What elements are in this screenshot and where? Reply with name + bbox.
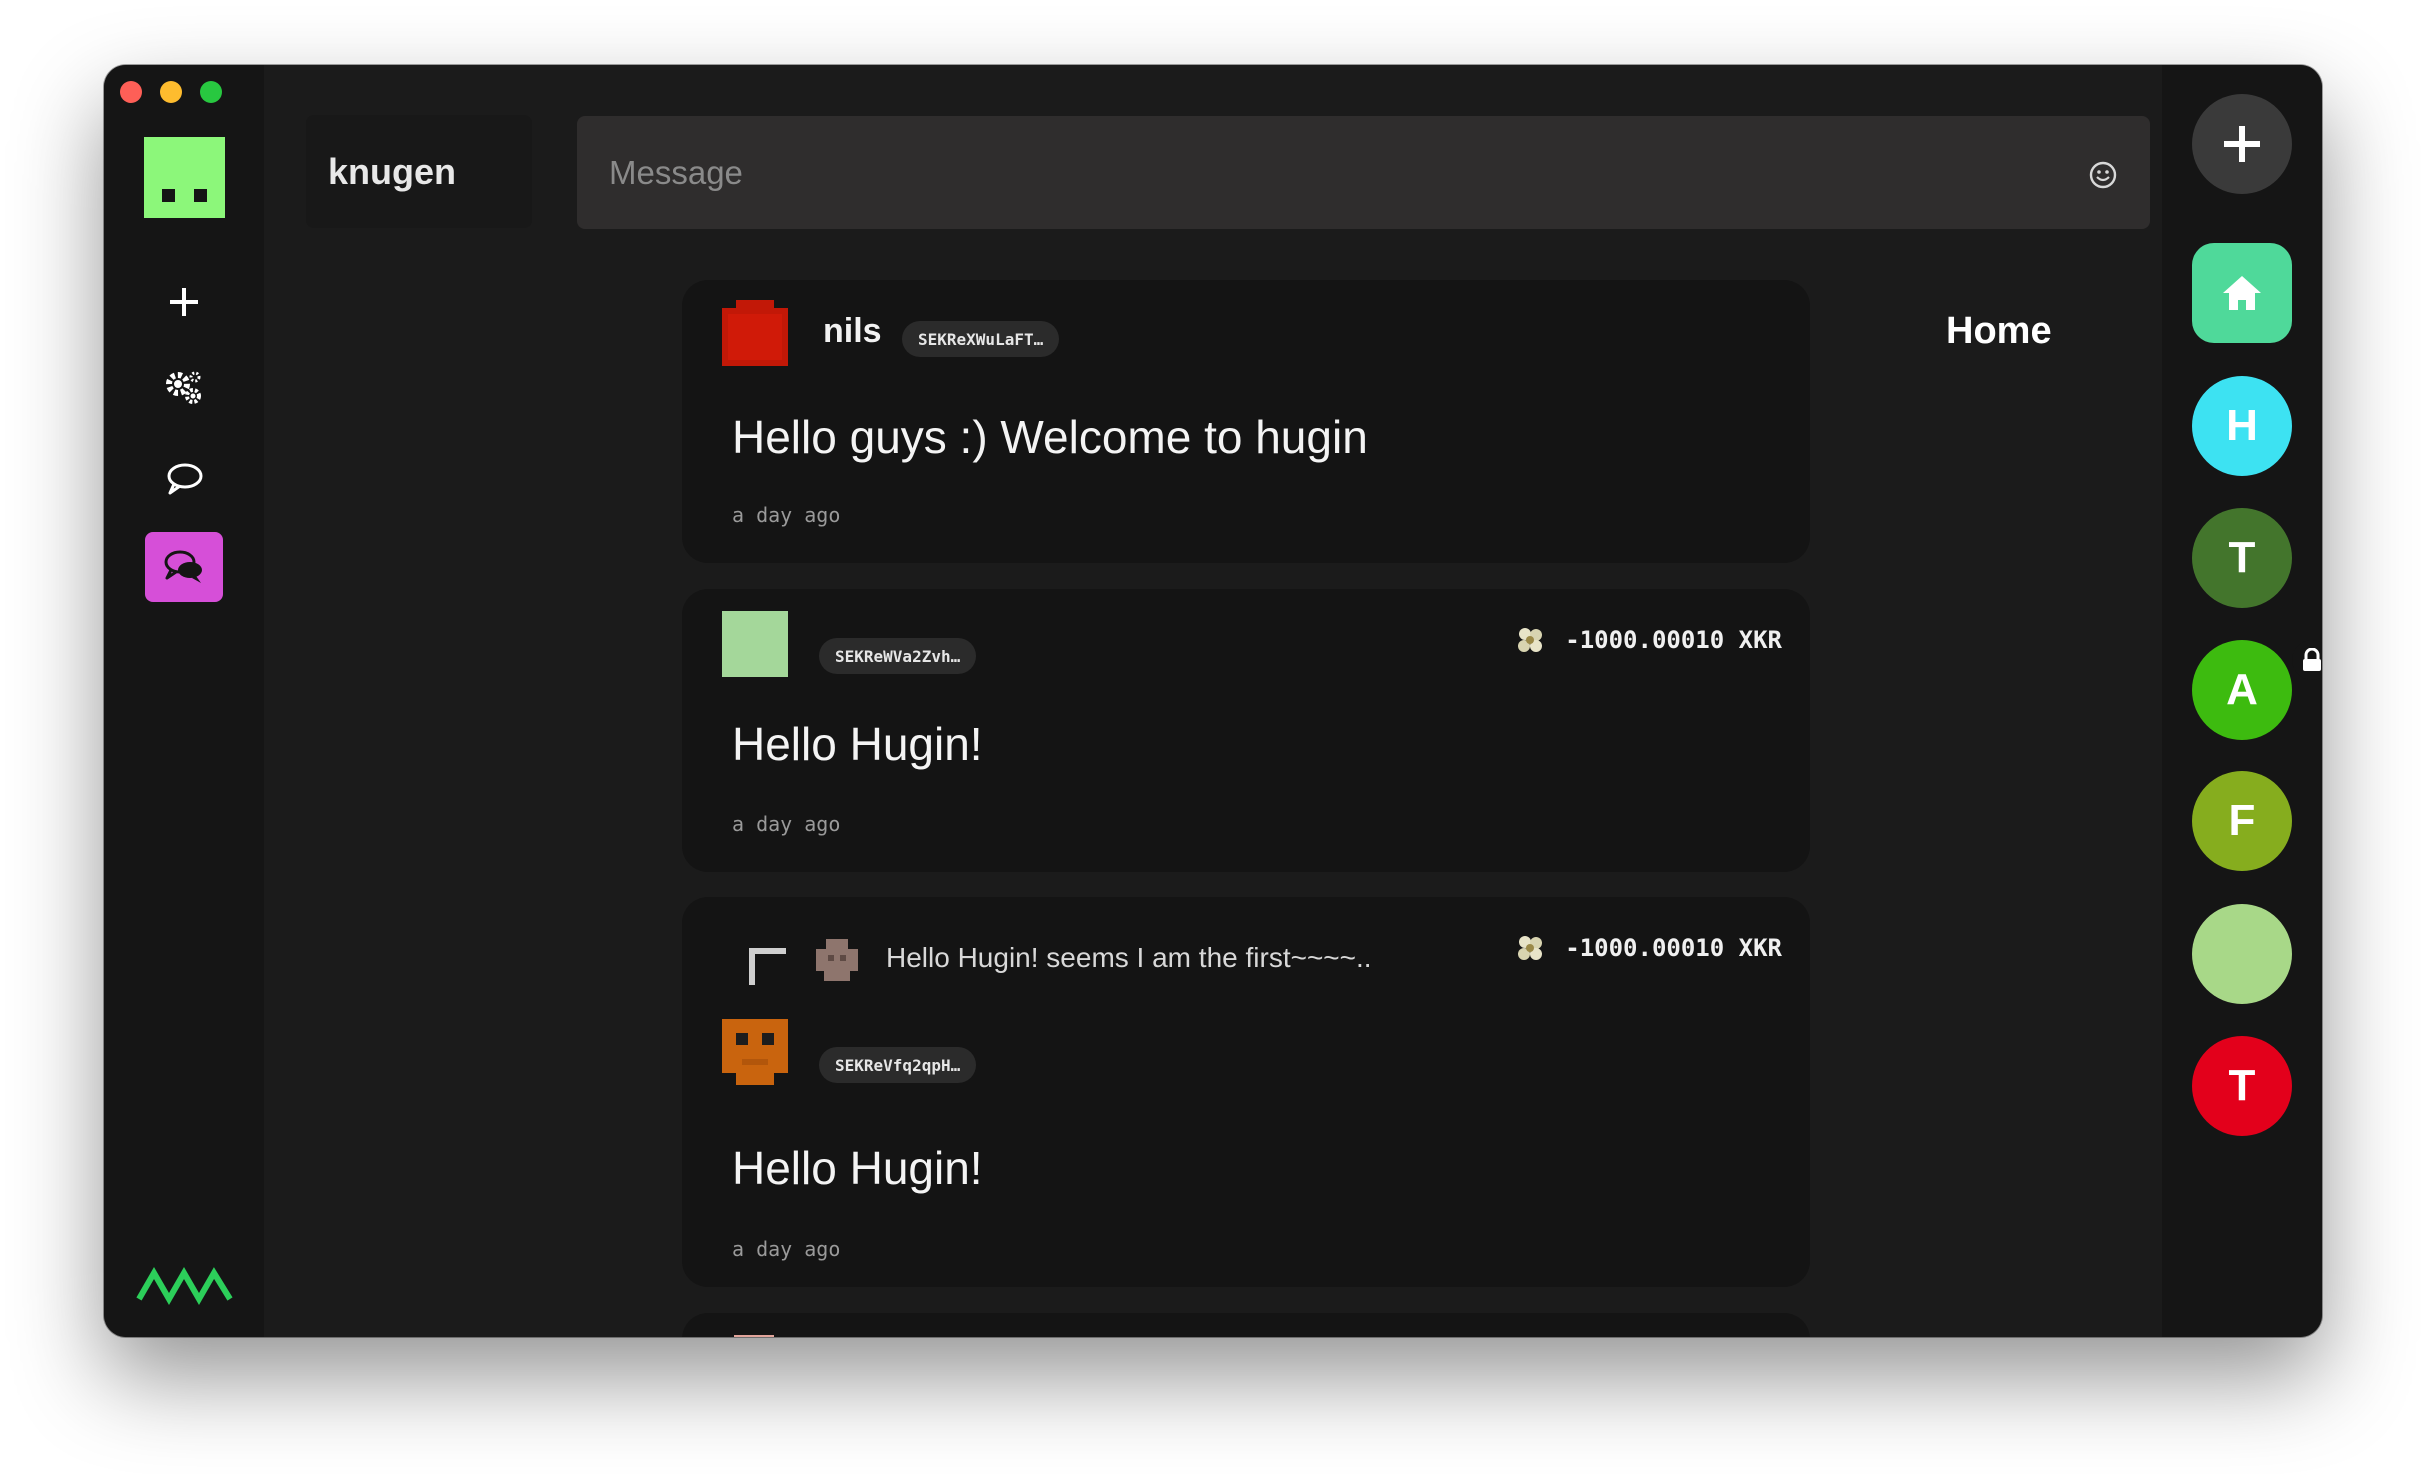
- tip-amount: -1000.00010 XKR: [1515, 933, 1782, 963]
- home-icon: [2223, 276, 2261, 310]
- user-avatar[interactable]: [144, 137, 225, 218]
- hugin-logo-icon: [136, 1266, 233, 1305]
- tip-value: -1000.00010 XKR: [1565, 934, 1782, 962]
- lock-icon: [2292, 640, 2322, 680]
- plus-icon: [170, 288, 198, 316]
- message-card[interactable]: Hello Hugin! seems I am the first~~~~.. …: [682, 897, 1810, 1287]
- reply-avatar: [816, 939, 858, 981]
- address-badge[interactable]: SEKReXWuLaFT…: [902, 321, 1060, 357]
- avatar: [722, 1019, 788, 1085]
- address-badge[interactable]: SEKReWVa2Zvh…: [819, 638, 977, 674]
- timestamp: a day ago: [732, 1237, 841, 1261]
- board-a[interactable]: A: [2192, 640, 2322, 740]
- flower-icon: [1518, 936, 1543, 960]
- board-unnamed[interactable]: [2192, 904, 2292, 1004]
- flower-icon: [1518, 628, 1543, 652]
- avatar: [734, 1335, 774, 1337]
- message-input-box[interactable]: [577, 116, 2150, 229]
- reply-preview-text[interactable]: Hello Hugin! seems I am the first~~~~..: [886, 942, 1372, 974]
- add-board-button[interactable]: [2192, 94, 2292, 194]
- board-home[interactable]: [2192, 243, 2292, 343]
- close-window-button[interactable]: [120, 81, 142, 103]
- timestamp: a day ago: [732, 812, 841, 836]
- message-card[interactable]: SEKReWVa2Zvh… -1000.00010 XKR Hello Hugi…: [682, 589, 1810, 872]
- board-label: A: [2226, 665, 2258, 714]
- timestamp: a day ago: [732, 503, 841, 527]
- settings-button[interactable]: [145, 353, 223, 423]
- chat-bubble-icon: [167, 463, 203, 495]
- tip-amount: -1000.00010 XKR: [1515, 625, 1782, 655]
- message-text: Hello guys :) Welcome to hugin: [732, 411, 1368, 463]
- page-title: Home: [1946, 310, 2052, 352]
- message-input[interactable]: [607, 152, 2060, 193]
- board-h[interactable]: H: [2192, 376, 2292, 476]
- zoom-window-button[interactable]: [200, 81, 222, 103]
- app-window: knugen nils SEKReXWuLaFT… Hello guys :) …: [104, 65, 2322, 1337]
- gears-icon: [166, 371, 201, 404]
- board-f[interactable]: F: [2192, 771, 2292, 871]
- minimize-window-button[interactable]: [160, 81, 182, 103]
- group-chat-icon: [164, 550, 202, 583]
- message-card[interactable]: nils SEKReXWuLaFT… Hello guys :) Welcome…: [682, 280, 1810, 563]
- new-button[interactable]: [145, 267, 223, 337]
- channel-name[interactable]: knugen: [306, 115, 532, 228]
- tip-value: -1000.00010 XKR: [1565, 626, 1782, 654]
- group-chat-button[interactable]: [145, 532, 223, 602]
- board-t[interactable]: T: [2192, 508, 2292, 608]
- boards-sidebar: H T A F T: [2162, 65, 2322, 1337]
- message-text: Hello Hugin!: [732, 718, 983, 770]
- left-sidebar: [104, 65, 264, 1337]
- plus-icon: [2224, 126, 2260, 162]
- messages-button[interactable]: [145, 444, 223, 514]
- smiley-icon[interactable]: [2088, 160, 2118, 190]
- board-t-red[interactable]: T: [2192, 1036, 2292, 1136]
- avatar: [722, 300, 788, 366]
- nickname: nils: [823, 312, 882, 350]
- avatar: [722, 611, 788, 677]
- message-text: Hello Hugin!: [732, 1142, 983, 1194]
- reply-corner-icon: [749, 948, 786, 985]
- message-card[interactable]: [682, 1313, 1810, 1337]
- address-badge[interactable]: SEKReVfq2qpH…: [819, 1047, 977, 1083]
